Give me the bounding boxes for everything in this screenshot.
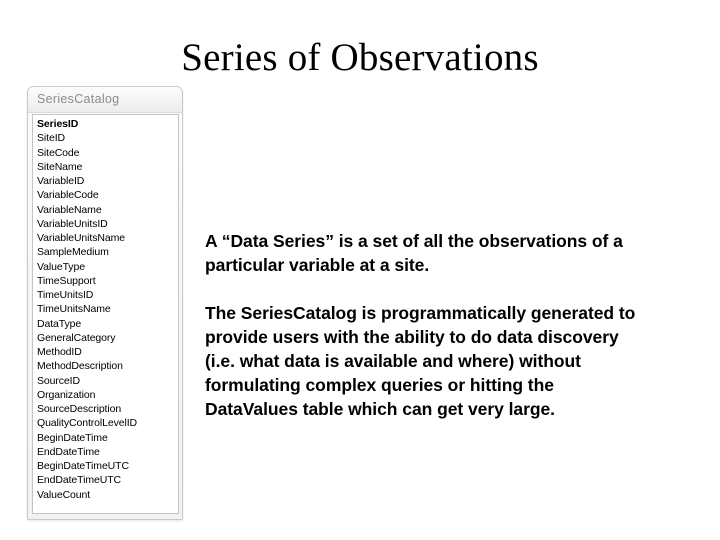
page-title: Series of Observations — [181, 36, 539, 79]
entity-field-row[interactable]: SiteCode — [33, 146, 178, 160]
entity-field-row[interactable]: SourceDescription — [33, 402, 178, 416]
entity-field-row[interactable]: BeginDateTimeUTC — [33, 459, 178, 473]
entity-field-row[interactable]: BeginDateTime — [33, 431, 178, 445]
entity-field-panel[interactable]: SeriesID SiteID SiteCode SiteName VariableID… — [32, 114, 179, 514]
entity-field-row[interactable]: MethodID — [33, 345, 178, 359]
entity-field-row[interactable]: QualityControlLevelID — [33, 416, 178, 430]
entity-field-row[interactable]: VariableUnitsName — [33, 231, 178, 245]
entity-field-row[interactable]: TimeUnitsName — [33, 302, 178, 316]
entity-field-list: SeriesID SiteID SiteCode SiteName VariableID… — [33, 115, 178, 502]
entity-field-row[interactable]: SampleMedium — [33, 245, 178, 259]
entity-field-row[interactable]: SiteID — [33, 131, 178, 145]
entity-field-row[interactable]: TimeUnitsID — [33, 288, 178, 302]
entity-field-row[interactable]: EndDateTime — [33, 445, 178, 459]
entity-field-row[interactable]: EndDateTimeUTC — [33, 473, 178, 487]
entity-field-row[interactable]: VariableName — [33, 203, 178, 217]
entity-field-row[interactable]: VariableID — [33, 174, 178, 188]
entity-field-row[interactable]: VariableCode — [33, 188, 178, 202]
entity-title-label: SeriesCatalog — [37, 92, 120, 106]
paragraph-rationale: The SeriesCatalog is programmatically ge… — [205, 303, 636, 419]
entity-field-row[interactable]: GeneralCategory — [33, 331, 178, 345]
paragraph-definition: A “Data Series” is a set of all the obse… — [205, 231, 623, 275]
entity-field-row[interactable]: SeriesID — [33, 117, 178, 131]
entity-field-row[interactable]: DataType — [33, 317, 178, 331]
entity-field-row[interactable]: ValueType — [33, 260, 178, 274]
entity-field-row[interactable]: TimeSupport — [33, 274, 178, 288]
entity-field-row[interactable]: MethodDescription — [33, 359, 178, 373]
entity-field-row[interactable]: Organization — [33, 388, 178, 402]
entity-field-row[interactable]: VariableUnitsID — [33, 217, 178, 231]
entity-field-row[interactable]: SourceID — [33, 374, 178, 388]
slide-canvas: Series of Observations SeriesCatalog Ser… — [0, 0, 720, 540]
series-catalog-entity-box[interactable]: SeriesCatalog SeriesID SiteID SiteCode Site… — [27, 86, 183, 520]
entity-titlebar: SeriesCatalog — [28, 87, 182, 113]
entity-field-row[interactable]: ValueCount — [33, 488, 178, 502]
body-text-block: A “Data Series” is a set of all the obse… — [205, 229, 665, 421]
entity-field-row[interactable]: SiteName — [33, 160, 178, 174]
